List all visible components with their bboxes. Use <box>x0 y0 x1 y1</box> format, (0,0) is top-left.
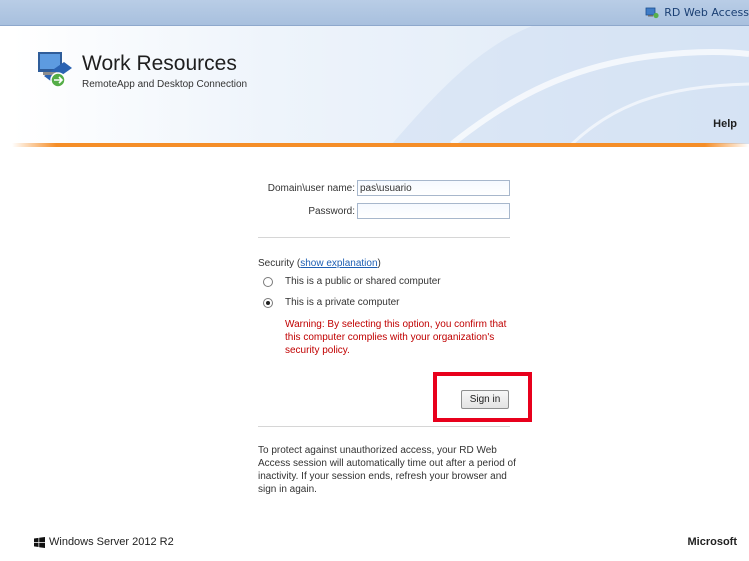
public-computer-label[interactable]: This is a public or shared computer <box>285 276 441 287</box>
divider-line-bottom <box>258 426 510 427</box>
private-computer-radio[interactable] <box>263 298 273 308</box>
product-name: Windows Server 2012 R2 <box>49 536 174 548</box>
windows-logo-icon <box>34 536 45 548</box>
private-computer-label[interactable]: This is a private computer <box>285 297 400 308</box>
password-label: Password: <box>308 206 355 217</box>
login-form: Domain\user name: Password: Security (sh… <box>0 0 749 561</box>
divider-line <box>258 237 510 238</box>
security-suffix: ) <box>377 258 381 269</box>
username-field[interactable] <box>357 180 510 196</box>
security-prefix: Security ( <box>258 258 301 269</box>
footer-product: Windows Server 2012 R2 <box>34 536 174 548</box>
security-warning: Warning: By selecting this option, you c… <box>285 319 507 356</box>
security-heading: Security (show explanation) <box>258 258 381 269</box>
microsoft-brand: Microsoft <box>687 536 738 548</box>
session-timeout-notice: To protect against unauthorized access, … <box>258 445 516 495</box>
sign-in-button[interactable]: Sign in <box>461 390 509 409</box>
show-explanation-link[interactable]: show explanation <box>300 258 377 269</box>
username-label: Domain\user name: <box>267 183 355 194</box>
public-computer-radio[interactable] <box>263 277 273 287</box>
password-field[interactable] <box>357 203 510 219</box>
